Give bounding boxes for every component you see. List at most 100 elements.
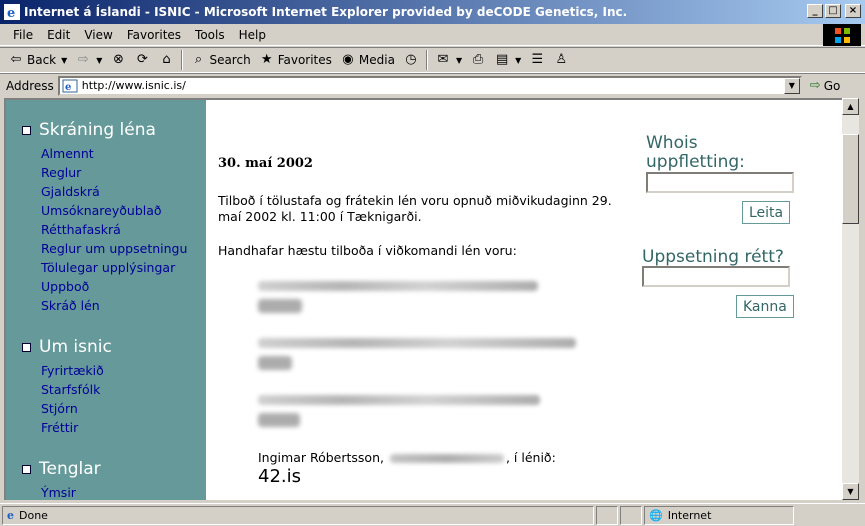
main-content: 30. maí 2002 Tilboð í tölustafa og fráte… — [218, 100, 638, 500]
dropdown-arrow-icon[interactable]: ▼ — [515, 56, 521, 65]
sidebar: Skráning léna Almennt Reglur Gjaldskrá U… — [6, 100, 206, 500]
redacted-text — [389, 454, 504, 463]
back-button[interactable]: ⇦ Back ▼ — [4, 49, 71, 71]
refresh-button[interactable]: ⟳ — [130, 49, 154, 71]
discuss-button[interactable]: ☰ — [525, 49, 549, 71]
page-done-icon: e — [7, 508, 14, 522]
redacted-text — [258, 395, 540, 405]
search-button[interactable]: ⌕ Search — [186, 49, 254, 71]
redacted-domain — [258, 356, 292, 370]
menu-bar: File Edit View Favorites Tools Help — [0, 24, 865, 46]
search-icon: ⌕ — [194, 52, 203, 67]
sidebar-heading-label: Tenglar — [39, 459, 101, 479]
whois-title: Whois uppfletting: — [646, 133, 745, 172]
back-label: Back — [27, 53, 57, 67]
sidebar-link-uppbod[interactable]: Uppboð — [41, 277, 187, 296]
zone-label: Internet — [667, 508, 712, 522]
status-main: e Done — [2, 505, 594, 525]
close-button[interactable]: × — [845, 4, 861, 18]
go-arrow-icon: ⇨ — [809, 78, 821, 93]
status-bar: e Done 🌐 Internet — [0, 503, 865, 526]
page-viewport: Skráning léna Almennt Reglur Gjaldskrá U… — [4, 98, 842, 500]
redacted-winner-entry — [258, 281, 538, 313]
sidebar-link-fyrirtaekid[interactable]: Fyrirtækið — [41, 361, 104, 380]
sidebar-link-almennt[interactable]: Almennt — [41, 144, 187, 163]
address-input[interactable]: e http://www.isnic.is/ ▼ — [57, 75, 802, 96]
sidebar-link-reglur[interactable]: Reglur — [41, 163, 187, 182]
stop-button[interactable]: ⊗ — [106, 49, 130, 71]
mail-button[interactable]: ✉ ▼ — [431, 49, 466, 71]
news-paragraph: Tilboð í tölustafa og frátekin lén voru … — [218, 193, 612, 224]
redacted-domain — [258, 299, 302, 313]
sidebar-link-ymsir[interactable]: Ýmsir — [41, 483, 76, 500]
redacted-winner-entry — [258, 338, 576, 370]
winner-suffix: , í lénið: — [505, 450, 556, 465]
address-dropdown-button[interactable]: ▼ — [783, 77, 800, 94]
sidebar-link-reglur-um-uppsetningu[interactable]: Reglur um uppsetningu — [41, 239, 187, 258]
sidebar-heading-about: Um isnic — [22, 337, 112, 357]
sidebar-link-stjorn[interactable]: Stjórn — [41, 399, 104, 418]
vertical-scrollbar[interactable]: ▲ ▼ — [842, 98, 859, 500]
status-lock — [620, 505, 642, 525]
scroll-up-button[interactable]: ▲ — [842, 98, 859, 115]
dropdown-arrow-icon[interactable]: ▼ — [456, 56, 462, 65]
sidebar-link-skrad-len[interactable]: Skráð lén — [41, 296, 187, 315]
scroll-thumb[interactable] — [842, 134, 859, 224]
messenger-icon: ♙ — [555, 52, 568, 67]
square-bullet-icon — [22, 125, 31, 135]
svg-text:e: e — [65, 82, 71, 93]
sidebar-links-external: Ýmsir — [41, 483, 76, 500]
edit-button[interactable]: ▤ ▼ — [490, 49, 525, 71]
menu-help[interactable]: Help — [232, 28, 273, 42]
messenger-button[interactable]: ♙ — [549, 49, 573, 71]
menu-view[interactable]: View — [77, 28, 119, 42]
redacted-winner-entry — [258, 395, 540, 427]
window-controls: _ □ × — [807, 4, 861, 18]
standard-toolbar: ⇦ Back ▼ ⇨ ▼ ⊗ ⟳ ⌂ ⌕ Search ★ Favorites … — [0, 47, 865, 73]
winner-name: Ingimar Róbertsson, — [258, 450, 384, 465]
ie-icon: e — [4, 4, 20, 20]
sidebar-link-retthafaskra[interactable]: Rétthafaskrá — [41, 220, 187, 239]
scroll-down-button[interactable]: ▼ — [842, 483, 859, 500]
whois-input[interactable] — [646, 172, 794, 193]
sidebar-link-tolulegar-upplysingar[interactable]: Tölulegar upplýsingar — [41, 258, 187, 277]
status-text: Done — [19, 508, 48, 522]
status-progress — [596, 505, 618, 525]
menu-edit[interactable]: Edit — [40, 28, 77, 42]
setup-check-input[interactable] — [642, 266, 790, 287]
sidebar-link-frettir[interactable]: Fréttir — [41, 418, 104, 437]
print-button[interactable]: ⎙ — [466, 49, 490, 71]
home-button[interactable]: ⌂ — [154, 49, 178, 71]
menu-tools[interactable]: Tools — [188, 28, 232, 42]
favorites-button[interactable]: ★ Favorites — [255, 49, 336, 71]
dropdown-arrow-icon[interactable]: ▼ — [96, 56, 102, 65]
square-bullet-icon — [22, 342, 31, 352]
address-bar: Address e http://www.isnic.is/ ▼ ⇨ Go — [0, 73, 865, 97]
page-icon: e — [62, 79, 78, 93]
toolbar-separator — [425, 50, 428, 70]
toolbar-separator — [181, 50, 184, 70]
minimize-button[interactable]: _ — [807, 4, 823, 18]
sidebar-heading-label: Skráning léna — [39, 120, 156, 140]
sidebar-link-umsoknareydublad[interactable]: Umsóknareyðublað — [41, 201, 187, 220]
menu-favorites[interactable]: Favorites — [120, 28, 188, 42]
setup-check-button[interactable]: Kanna — [736, 295, 794, 318]
maximize-button[interactable]: □ — [825, 4, 841, 18]
forward-button[interactable]: ⇨ ▼ — [71, 49, 106, 71]
history-button[interactable]: ◷ — [399, 49, 423, 71]
winner-entry: Ingimar Róbertsson, , í lénið: — [258, 450, 556, 465]
sidebar-link-starfsfolk[interactable]: Starfsfólk — [41, 380, 104, 399]
globe-icon: 🌐 — [649, 508, 663, 522]
print-icon: ⎙ — [472, 52, 484, 67]
dropdown-arrow-icon[interactable]: ▼ — [61, 56, 67, 65]
windows-logo-icon — [823, 24, 861, 46]
go-button[interactable]: ⇨ Go — [810, 78, 841, 93]
sidebar-link-gjaldskra[interactable]: Gjaldskrá — [41, 182, 187, 201]
sidebar-heading-links: Tenglar — [22, 459, 101, 479]
winner-domain: 42.is — [258, 466, 302, 487]
window-titlebar: e Internet á Íslandi - ISNIC - Microsoft… — [0, 0, 865, 24]
whois-search-button[interactable]: Leita — [742, 201, 791, 224]
refresh-icon: ⟳ — [137, 52, 148, 67]
menu-file[interactable]: File — [6, 28, 40, 42]
media-button[interactable]: ◉ Media — [336, 49, 399, 71]
